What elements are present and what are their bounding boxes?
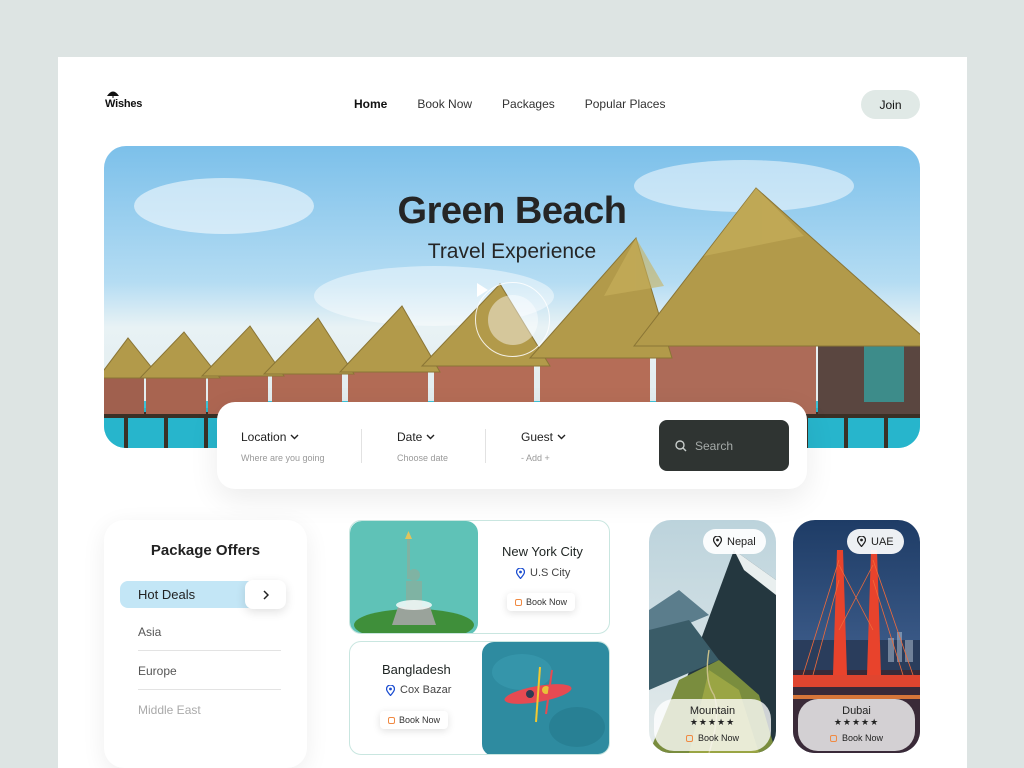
location-pin-icon	[386, 684, 395, 696]
guest-label: Guest	[521, 430, 554, 444]
search-placeholder: Search	[695, 438, 734, 453]
book-now-label: Book Now	[526, 597, 568, 607]
location-pin-icon	[857, 536, 866, 547]
bangladesh-image	[482, 642, 609, 754]
destination-card-uae[interactable]: UAE Dubai ★★★★★ Book Now	[793, 520, 920, 753]
offer-item-middle-east[interactable]: Middle East	[138, 703, 281, 728]
date-label-row: Date	[397, 430, 448, 444]
uae-info-panel: Dubai ★★★★★ Book Now	[798, 699, 915, 751]
logo[interactable]: Wishes	[105, 90, 165, 114]
nyc-book-now-button[interactable]: Book Now	[507, 593, 576, 611]
package-offers-title: Package Offers	[150, 542, 261, 559]
location-field[interactable]: Location Where are you going	[241, 430, 325, 463]
location-label: Location	[241, 430, 287, 444]
rating-stars: ★★★★★	[689, 717, 736, 727]
location-pin-icon	[713, 536, 722, 547]
play-icon	[477, 283, 488, 297]
offer-item-asia[interactable]: Asia	[138, 625, 281, 651]
nav-packages[interactable]: Packages	[502, 97, 555, 111]
uae-badge-text: UAE	[871, 535, 894, 548]
nav-home[interactable]: Home	[354, 97, 387, 111]
umbrella-icon	[107, 91, 119, 98]
book-now-label: Book Now	[697, 733, 740, 743]
book-now-label: Book Now	[399, 715, 441, 725]
chevron-right-icon	[262, 589, 269, 600]
location-pin-icon	[516, 567, 525, 579]
bangladesh-location-text: Cox Bazar	[400, 684, 452, 696]
search-icon	[675, 439, 687, 451]
main-nav: Home Book Now Packages Popular Places	[354, 97, 665, 111]
search-bar: Location Where are you going Date Choose…	[217, 402, 807, 489]
page: Wishes Home Book Now Packages Popular Pl…	[58, 57, 967, 768]
offer-item-hot-deals[interactable]: Hot Deals	[120, 580, 286, 609]
package-offers-panel: Package Offers Hot Deals Asia Europe Mid…	[104, 520, 307, 768]
guest-hint[interactable]: - Add +	[521, 453, 566, 463]
bangladesh-book-now-button[interactable]: Book Now	[380, 711, 449, 729]
uae-card-title: Dubai	[842, 705, 871, 717]
offer-item-europe[interactable]: Europe	[138, 664, 281, 690]
uae-location-badge: UAE	[847, 529, 904, 554]
nav-book-now[interactable]: Book Now	[417, 97, 472, 111]
divider	[361, 429, 362, 463]
date-hint: Choose date	[397, 453, 449, 463]
location-label-row: Location	[241, 430, 325, 444]
nepal-location-badge: Nepal	[703, 529, 766, 554]
date-field[interactable]: Date Choose date	[397, 430, 448, 463]
destination-card-nepal[interactable]: Nepal Mountain ★★★★★ Book Now	[649, 520, 776, 753]
divider	[485, 429, 486, 463]
rating-stars: ★★★★★	[833, 717, 880, 727]
play-button-inner	[477, 283, 538, 345]
nepal-badge-text: Nepal	[727, 535, 756, 548]
play-video-button[interactable]	[475, 282, 550, 357]
nepal-card-title: Mountain	[689, 705, 736, 717]
nepal-info-panel: Mountain ★★★★★ Book Now	[654, 699, 771, 751]
hero-subtitle: Travel Experience	[427, 240, 597, 263]
guest-field[interactable]: Guest - Add +	[521, 430, 566, 463]
chevron-down-icon	[557, 434, 566, 440]
date-label: Date	[397, 430, 423, 444]
chevron-down-icon	[426, 434, 435, 440]
destination-card-bangladesh[interactable]: Bangladesh Cox Bazar Book Now	[349, 641, 610, 755]
destination-card-nyc[interactable]: New York City U.S City Book Now	[349, 520, 610, 634]
search-button[interactable]: Search	[659, 420, 789, 471]
chevron-right-button[interactable]	[245, 580, 286, 609]
bangladesh-title: Bangladesh	[382, 662, 451, 677]
ticket-icon	[388, 716, 395, 724]
nyc-image	[350, 521, 478, 633]
offer-item-label: Hot Deals	[138, 587, 196, 602]
book-now-label: Book Now	[841, 733, 884, 743]
hero-title: Green Beach	[397, 190, 627, 232]
guest-label-row: Guest	[521, 430, 566, 444]
chevron-down-icon	[290, 434, 299, 440]
nepal-book-now-button[interactable]: Book Now	[654, 733, 771, 743]
nyc-location-text: U.S City	[530, 567, 571, 579]
bangladesh-location: Cox Bazar	[386, 684, 451, 696]
nav-popular-places[interactable]: Popular Places	[585, 97, 666, 111]
location-hint: Where are you going	[241, 453, 325, 463]
ticket-icon	[685, 734, 693, 742]
nyc-location: U.S City	[516, 567, 570, 579]
ticket-icon	[515, 598, 522, 606]
kayak-image	[482, 642, 609, 754]
nyc-title: New York City	[502, 544, 583, 559]
statue-of-liberty-image	[350, 521, 478, 633]
logo-text: Wishes	[105, 98, 143, 110]
ticket-icon	[829, 734, 837, 742]
join-button[interactable]: Join	[861, 90, 920, 119]
uae-book-now-button[interactable]: Book Now	[798, 733, 915, 743]
